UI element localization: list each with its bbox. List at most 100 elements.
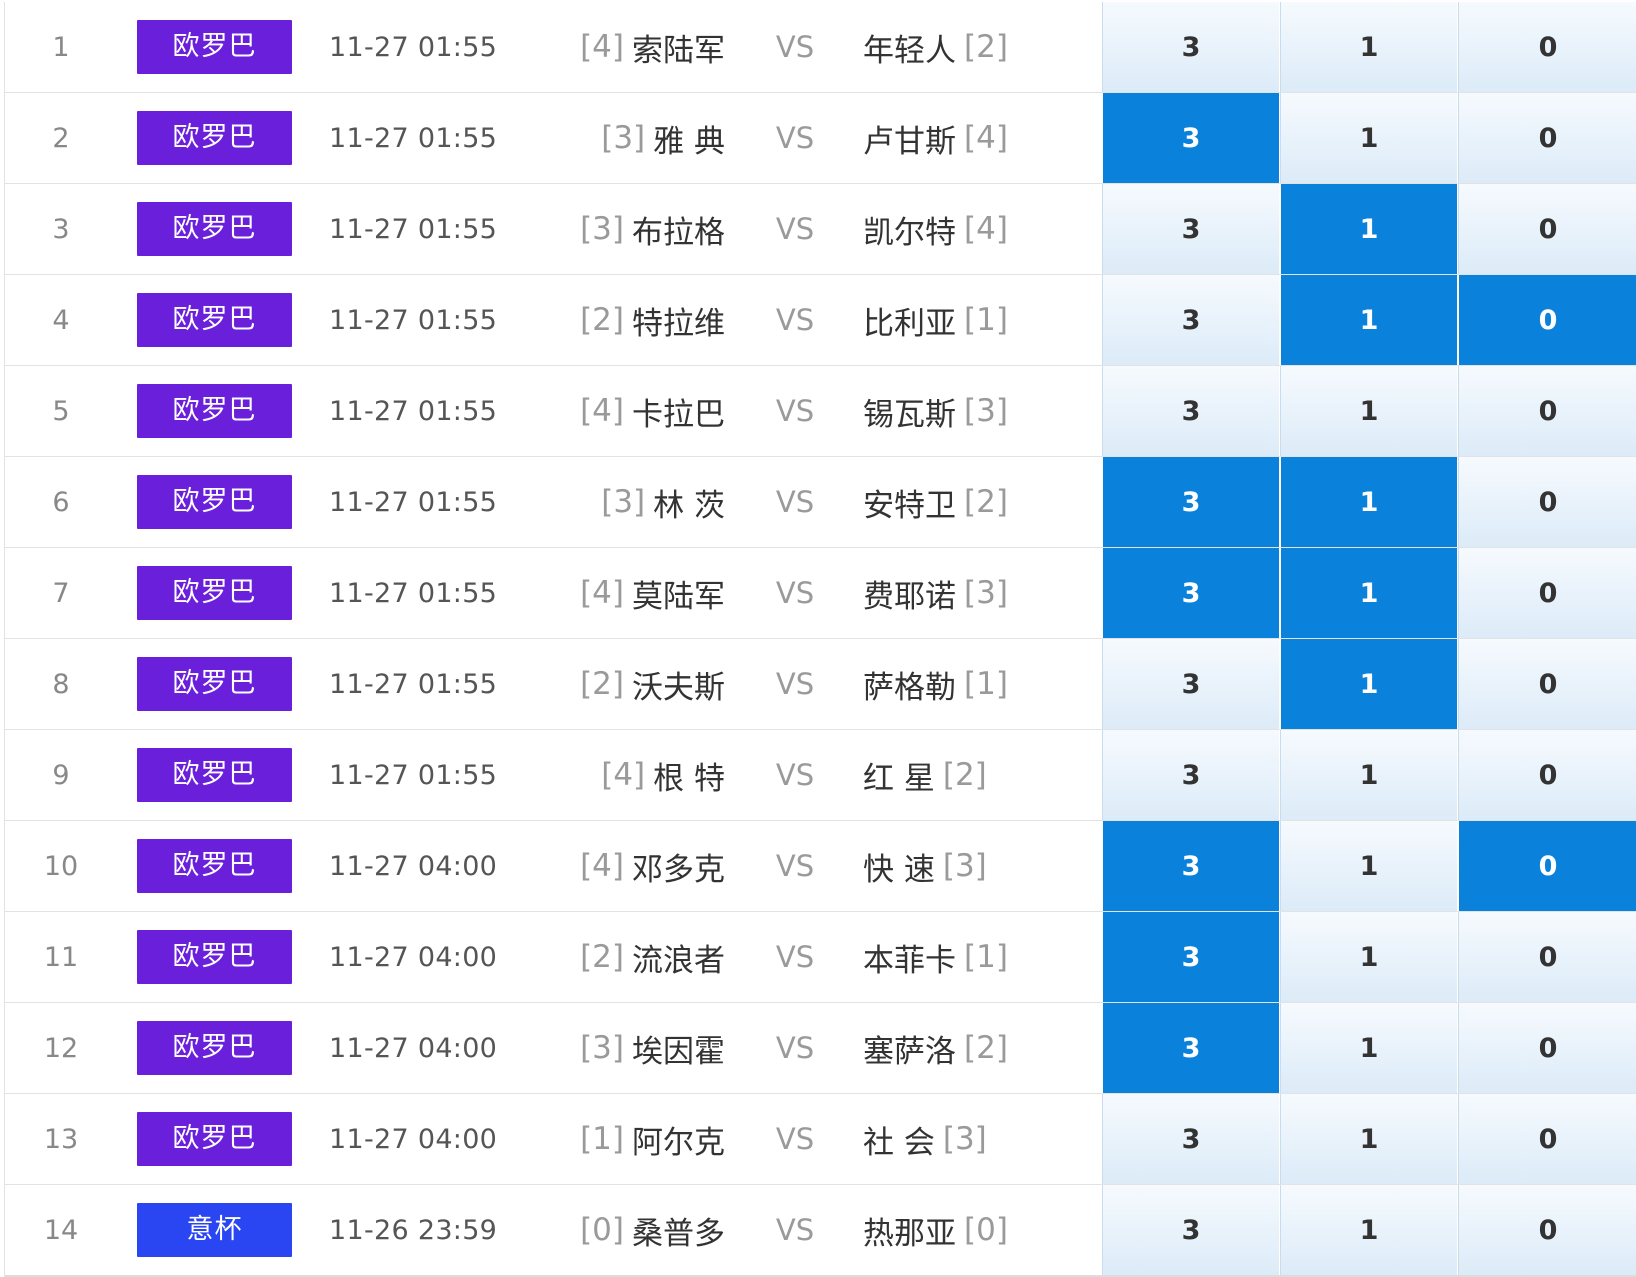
odds-draw-button[interactable]: 1	[1280, 821, 1457, 911]
match-row: 6 欧罗巴 11-27 01:55 [3] 林 茨 VS 安特卫 [2] 3 1 0	[5, 457, 1636, 548]
odds-win-button[interactable]: 3	[1102, 93, 1279, 183]
league-badge[interactable]: 欧罗巴	[137, 293, 292, 347]
match-row: 8 欧罗巴 11-27 01:55 [2] 沃夫斯 VS 萨格勒 [1] 3 1 0	[5, 639, 1636, 730]
away-rank: [3]	[942, 848, 987, 884]
vs-label: VS	[775, 121, 815, 155]
home-team: [2] 流浪者	[555, 912, 725, 1002]
league-cell: 欧罗巴	[137, 93, 292, 183]
vs-label: VS	[775, 940, 815, 974]
odds-win-button[interactable]: 3	[1102, 2, 1279, 92]
odds-draw-button[interactable]: 1	[1280, 1185, 1457, 1275]
home-team-name: 莫陆军	[632, 578, 725, 615]
away-team-name: 安特卫	[863, 487, 956, 524]
odds-lose-button[interactable]: 0	[1458, 1185, 1636, 1275]
home-rank: [4]	[580, 575, 624, 611]
odds-draw-button[interactable]: 1	[1280, 912, 1457, 1002]
away-team: 卢甘斯 [4]	[863, 93, 1083, 183]
league-badge[interactable]: 欧罗巴	[137, 657, 292, 711]
match-index: 12	[43, 1032, 79, 1064]
odds-draw-button[interactable]: 1	[1280, 1094, 1457, 1184]
league-badge[interactable]: 欧罗巴	[137, 20, 292, 74]
home-rank: [1]	[580, 1121, 624, 1157]
away-team: 红 星 [2]	[863, 730, 1083, 820]
league-cell: 欧罗巴	[137, 1003, 292, 1093]
away-rank: [2]	[964, 484, 1008, 520]
away-team: 塞萨洛 [2]	[863, 1003, 1083, 1093]
odds-draw-button[interactable]: 1	[1280, 1003, 1457, 1093]
match-row: 7 欧罗巴 11-27 01:55 [4] 莫陆军 VS 费耶诺 [3] 3 1 0	[5, 548, 1636, 639]
league-badge[interactable]: 欧罗巴	[137, 748, 292, 802]
odds-draw-button[interactable]: 1	[1280, 366, 1457, 456]
league-badge[interactable]: 欧罗巴	[137, 384, 292, 438]
league-badge[interactable]: 欧罗巴	[137, 1021, 292, 1075]
odds-win-button[interactable]: 3	[1102, 184, 1279, 274]
odds-draw-button[interactable]: 1	[1280, 184, 1457, 274]
league-badge[interactable]: 欧罗巴	[137, 475, 292, 529]
odds-win-button[interactable]: 3	[1102, 1094, 1279, 1184]
odds-win-button[interactable]: 3	[1102, 366, 1279, 456]
away-rank: [2]	[964, 1030, 1008, 1066]
league-badge[interactable]: 欧罗巴	[137, 930, 292, 984]
away-team: 年轻人 [2]	[863, 2, 1083, 92]
league-badge[interactable]: 意杯	[137, 1203, 292, 1257]
league-badge[interactable]: 欧罗巴	[137, 111, 292, 165]
home-rank: [3]	[580, 1030, 624, 1066]
odds-lose-button[interactable]: 0	[1458, 93, 1636, 183]
league-badge[interactable]: 欧罗巴	[137, 839, 292, 893]
home-team-name: 林 茨	[653, 487, 725, 524]
home-team: [3] 布拉格	[555, 184, 725, 274]
match-time: 11-27 01:55	[329, 122, 498, 154]
match-index: 6	[52, 486, 70, 518]
away-team: 萨格勒 [1]	[863, 639, 1083, 729]
odds-draw-button[interactable]: 1	[1280, 639, 1457, 729]
odds-draw-button[interactable]: 1	[1280, 548, 1457, 638]
odds-lose-button[interactable]: 0	[1458, 2, 1636, 92]
vs-label: VS	[775, 485, 815, 519]
league-badge[interactable]: 欧罗巴	[137, 1112, 292, 1166]
home-rank: [4]	[601, 757, 646, 793]
odds-win-button[interactable]: 3	[1102, 275, 1279, 365]
odds-draw-button[interactable]: 1	[1280, 93, 1457, 183]
odds-lose-button[interactable]: 0	[1458, 821, 1636, 911]
league-badge[interactable]: 欧罗巴	[137, 202, 292, 256]
odds-draw-button[interactable]: 1	[1280, 457, 1457, 547]
home-rank: [2]	[580, 939, 624, 975]
odds-draw-button[interactable]: 1	[1280, 2, 1457, 92]
match-time: 11-27 01:55	[329, 31, 498, 63]
odds-lose-button[interactable]: 0	[1458, 184, 1636, 274]
odds-lose-button[interactable]: 0	[1458, 366, 1636, 456]
odds-win-button[interactable]: 3	[1102, 639, 1279, 729]
odds-lose-button[interactable]: 0	[1458, 548, 1636, 638]
odds-lose-button[interactable]: 0	[1458, 730, 1636, 820]
odds-win-button[interactable]: 3	[1102, 730, 1279, 820]
away-team: 凯尔特 [4]	[863, 184, 1083, 274]
odds-win-button[interactable]: 3	[1102, 1003, 1279, 1093]
odds-lose-button[interactable]: 0	[1458, 639, 1636, 729]
odds-win-button[interactable]: 3	[1102, 1185, 1279, 1275]
odds-win-button[interactable]: 3	[1102, 821, 1279, 911]
away-rank: [4]	[964, 211, 1008, 247]
home-team-name: 流浪者	[632, 942, 725, 979]
home-team-name: 沃夫斯	[632, 669, 725, 706]
away-team-name: 费耶诺	[863, 578, 956, 615]
away-rank: [1]	[964, 666, 1008, 702]
home-team: [2] 特拉维	[555, 275, 725, 365]
odds-win-button[interactable]: 3	[1102, 548, 1279, 638]
odds-draw-button[interactable]: 1	[1280, 275, 1457, 365]
odds-win-button[interactable]: 3	[1102, 457, 1279, 547]
odds-lose-button[interactable]: 0	[1458, 912, 1636, 1002]
away-team-name: 凯尔特	[863, 214, 956, 251]
odds-lose-button[interactable]: 0	[1458, 1094, 1636, 1184]
odds-lose-button[interactable]: 0	[1458, 457, 1636, 547]
league-cell: 欧罗巴	[137, 912, 292, 1002]
odds-win-button[interactable]: 3	[1102, 912, 1279, 1002]
away-rank: [1]	[964, 302, 1008, 338]
match-row: 11 欧罗巴 11-27 04:00 [2] 流浪者 VS 本菲卡 [1] 3 1 0	[5, 912, 1636, 1003]
odds-lose-button[interactable]: 0	[1458, 275, 1636, 365]
league-badge[interactable]: 欧罗巴	[137, 566, 292, 620]
home-rank: [2]	[580, 666, 624, 702]
odds-lose-button[interactable]: 0	[1458, 1003, 1636, 1093]
odds-draw-button[interactable]: 1	[1280, 730, 1457, 820]
match-time: 11-27 04:00	[329, 1032, 498, 1064]
match-index: 9	[52, 759, 70, 791]
